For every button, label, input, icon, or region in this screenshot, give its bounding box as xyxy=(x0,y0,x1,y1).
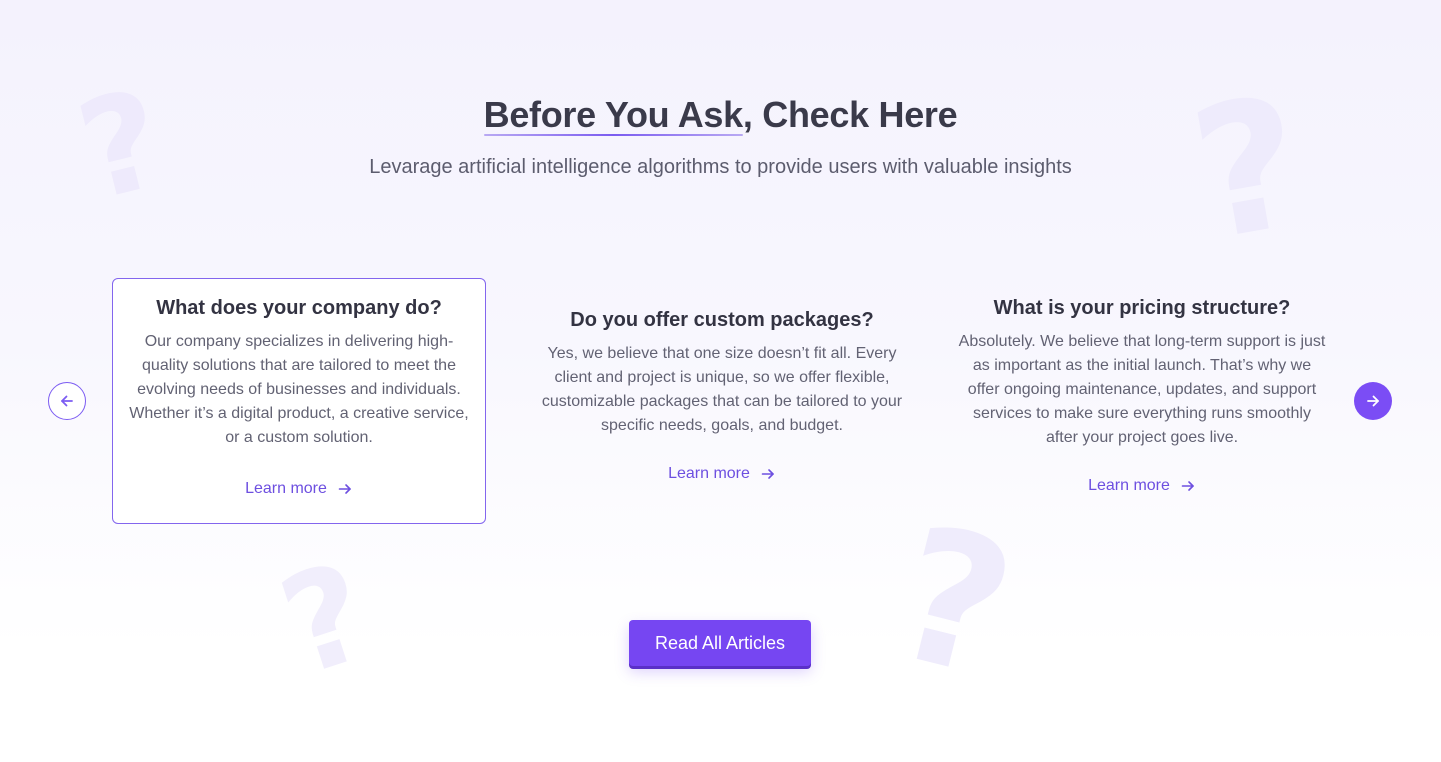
arrow-right-icon xyxy=(1367,395,1379,407)
faq-section: ? ? ? ? Before You Ask, Check Here Levar… xyxy=(0,0,1441,762)
faq-question: Do you offer custom packages? xyxy=(570,309,874,331)
learn-more-label: Learn more xyxy=(668,465,750,482)
title-rest: , Check Here xyxy=(742,94,958,135)
read-all-articles-button[interactable]: Read All Articles xyxy=(629,620,811,666)
learn-more-link[interactable]: Learn more xyxy=(1088,477,1196,495)
arrow-right-icon xyxy=(1181,481,1194,491)
faq-answer: Our company specializes in delivering hi… xyxy=(129,333,469,446)
arrow-right-icon xyxy=(761,469,774,479)
question-mark-decoration-icon: ? xyxy=(263,532,387,707)
title-highlight: Before You Ask xyxy=(483,94,743,136)
page-subtitle: Levarage artificial intelligence algorit… xyxy=(369,156,1072,178)
learn-more-link[interactable]: Learn more xyxy=(668,465,776,483)
arrow-left-icon xyxy=(61,395,73,407)
arrow-right-icon xyxy=(338,484,351,494)
faq-question: What does your company do? xyxy=(156,297,442,319)
carousel-next-button[interactable] xyxy=(1354,382,1392,420)
learn-more-label: Learn more xyxy=(245,480,327,497)
page-title: Before You Ask, Check Here xyxy=(0,94,1441,136)
faq-answer: Yes, we believe that one size doesn’t fi… xyxy=(541,345,903,434)
learn-more-link[interactable]: Learn more xyxy=(113,480,485,498)
faq-answer: Absolutely. We believe that long-term su… xyxy=(958,333,1326,446)
question-mark-decoration-icon: ? xyxy=(875,484,1032,720)
faq-card: Do you offer custom packages? Yes, we be… xyxy=(534,309,910,483)
faq-card: What is your pricing structure? Absolute… xyxy=(955,297,1329,495)
carousel-prev-button[interactable] xyxy=(48,382,86,420)
faq-card: What does your company do? Our company s… xyxy=(112,278,486,524)
learn-more-label: Learn more xyxy=(1088,477,1170,494)
faq-question: What is your pricing structure? xyxy=(993,297,1291,319)
